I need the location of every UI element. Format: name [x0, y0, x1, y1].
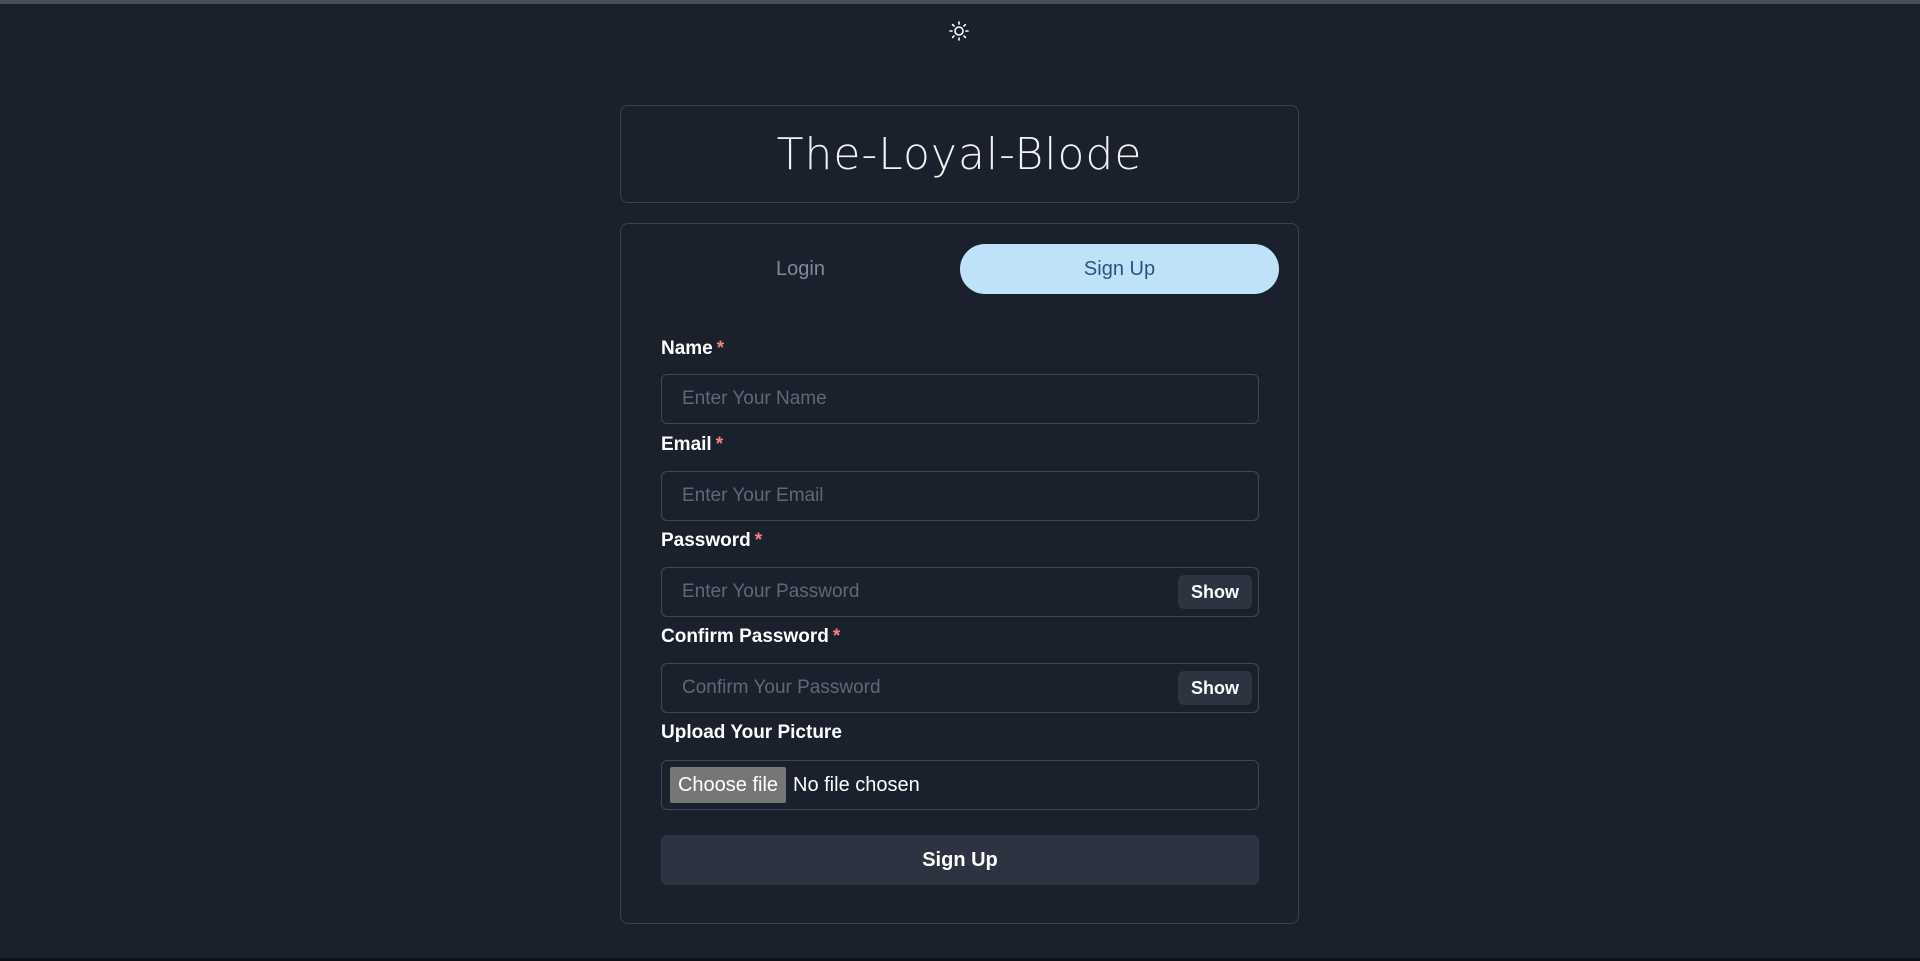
app-title-card: The-Loyal-Blode [620, 105, 1299, 203]
app-title: The-Loyal-Blode [776, 128, 1143, 180]
name-label: Name * [661, 338, 725, 359]
auth-tabs: Login Sign Up [641, 244, 1279, 294]
email-label: Email * [661, 434, 724, 455]
email-input[interactable] [661, 471, 1259, 521]
file-status-text: No file chosen [793, 773, 920, 796]
required-mark: * [832, 626, 841, 647]
show-password-button[interactable]: Show [1178, 575, 1252, 609]
name-input[interactable] [661, 374, 1259, 424]
window-top-border [0, 0, 1920, 4]
password-input[interactable] [661, 567, 1259, 617]
confirm-password-input[interactable] [661, 663, 1259, 713]
picture-file-input[interactable]: Choose file No file chosen [661, 760, 1259, 810]
auth-form-card: Login Sign Up Name* Email* Password* Sho… [620, 223, 1299, 924]
password-label: Password * [661, 530, 763, 551]
required-mark: * [715, 434, 724, 455]
required-mark: * [754, 530, 763, 551]
upload-picture-label: Upload Your Picture [661, 722, 842, 743]
show-confirm-password-button[interactable]: Show [1178, 671, 1252, 705]
sun-icon [949, 21, 969, 41]
tab-login[interactable]: Login [641, 244, 960, 294]
choose-file-button[interactable]: Choose file [670, 767, 786, 803]
theme-toggle-button[interactable] [946, 18, 972, 44]
confirm-password-label: Confirm Password * [661, 626, 841, 647]
tab-sign-up[interactable]: Sign Up [960, 244, 1279, 294]
required-mark: * [716, 338, 725, 359]
sign-up-submit-button[interactable]: Sign Up [661, 835, 1259, 885]
